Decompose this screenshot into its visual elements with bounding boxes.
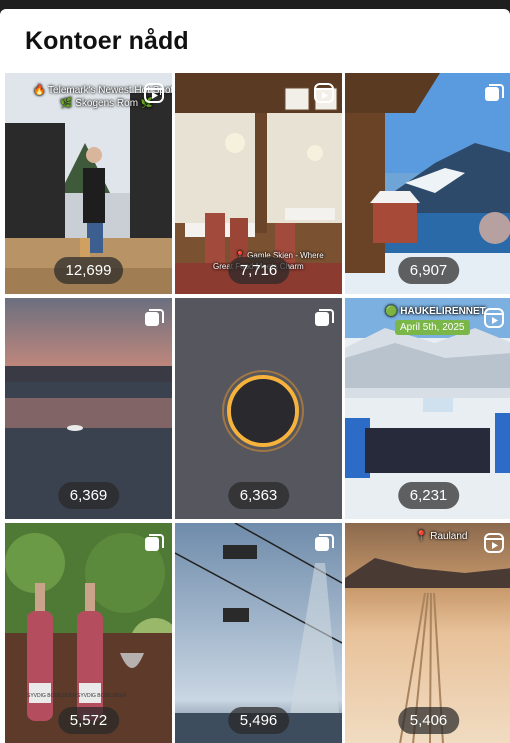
carousel-icon	[145, 309, 164, 326]
bottle-label-text: SYVDIG BOBESIDER	[27, 693, 77, 699]
bottle-label-text: SYVDIG BOBESIDER	[77, 693, 127, 699]
reach-count-badge: 5,496	[227, 707, 290, 734]
reach-count-badge: 6,369	[57, 482, 120, 509]
carousel-icon	[315, 309, 334, 326]
post-caption-line: 🌿 Skogens Rom 🌿	[60, 98, 154, 109]
post-tile-harbor[interactable]: 6,369	[5, 298, 172, 519]
reel-icon	[484, 533, 504, 553]
post-tile-fjord[interactable]: 6,907	[345, 73, 510, 294]
post-tile-cabin[interactable]: 🔥 Telemark's Newest Hot Spot 🌿 Skogens R…	[5, 73, 172, 294]
reach-count-badge: 5,572	[57, 707, 120, 734]
post-tile-bottles[interactable]: SYVDIG BOBESIDER SYVDIG BOBESIDER 5,572	[5, 523, 172, 743]
post-caption-line: 📍 Rauland	[415, 531, 468, 542]
reel-icon	[144, 83, 164, 103]
post-tile-ski-race[interactable]: 🟢 HAUKELIRENNET April 5th, 2025 6,231	[345, 298, 510, 519]
post-tile-restaurant[interactable]: 📍 Gamle Skien - Where Great Food Meets C…	[175, 73, 342, 294]
reach-count-badge: 5,406	[397, 707, 460, 734]
reach-count-badge: 6,231	[397, 482, 460, 509]
event-date-tag: April 5th, 2025	[395, 320, 470, 335]
carousel-icon	[485, 84, 504, 101]
reach-count-badge: 7,716	[227, 257, 290, 284]
reached-accounts-card: Kontoer nådd 🔥 Telemark's Newest Hot Spo…	[0, 9, 510, 743]
top-bar	[0, 0, 510, 9]
post-tile-eclipse[interactable]: 6,363	[175, 298, 342, 519]
carousel-icon	[315, 534, 334, 551]
reach-count-badge: 12,699	[53, 257, 124, 284]
reach-count-badge: 6,907	[397, 257, 460, 284]
carousel-icon	[145, 534, 164, 551]
post-tile-ski-lift[interactable]: 5,496	[175, 523, 342, 743]
post-tile-ski-tracks[interactable]: 📍 Rauland 5,406	[345, 523, 510, 743]
reach-count-badge: 6,363	[227, 482, 290, 509]
reel-icon	[484, 308, 504, 328]
page-title: Kontoer nådd	[25, 27, 189, 55]
reel-icon	[314, 83, 334, 103]
post-caption-line: 🟢 HAUKELIRENNET	[385, 306, 486, 317]
